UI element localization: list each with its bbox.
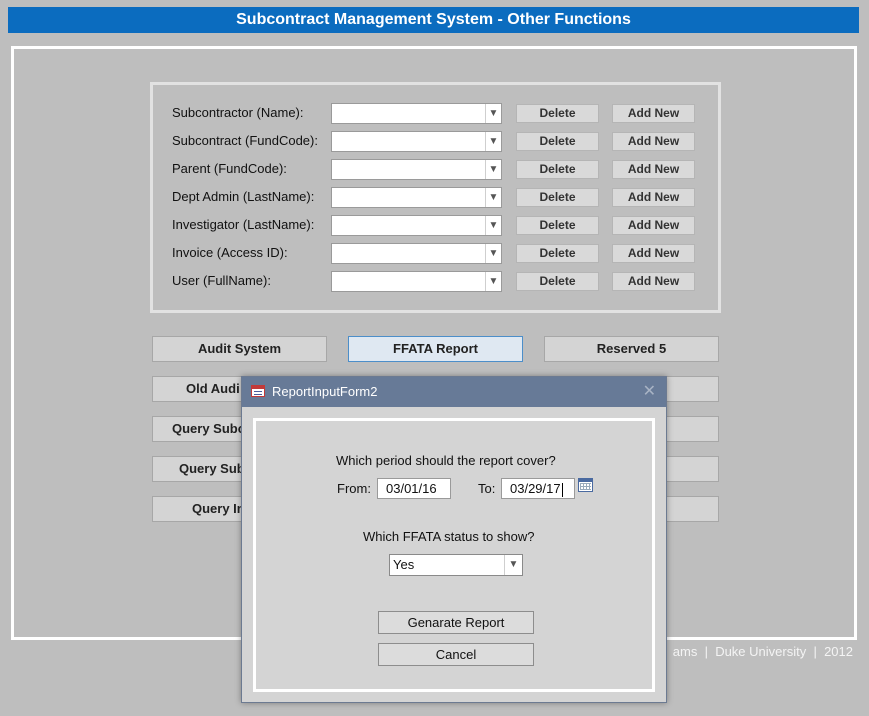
from-date-input[interactable]: 03/01/16	[377, 478, 451, 499]
footer-year: 2012	[824, 644, 853, 659]
delete-button[interactable]: Delete	[516, 244, 599, 263]
generate-report-button[interactable]: Genarate Report	[378, 611, 534, 634]
add-new-button[interactable]: Add New	[612, 104, 695, 123]
add-new-button[interactable]: Add New	[612, 188, 695, 207]
add-new-button[interactable]: Add New	[612, 132, 695, 151]
footer-separator-2: |	[813, 644, 817, 659]
add-new-button[interactable]: Add New	[612, 244, 695, 263]
dialog-title-bar[interactable]: ReportInputForm2 ✕	[242, 377, 666, 407]
lookup-label: Invoice (Access ID):	[172, 245, 288, 260]
ffata-status-value: Yes	[393, 557, 415, 572]
lookup-combo[interactable]: ▼	[331, 271, 502, 292]
chevron-down-icon[interactable]: ▼	[485, 216, 501, 235]
footer-separator-1: |	[704, 644, 708, 659]
chevron-down-icon[interactable]: ▼	[485, 188, 501, 207]
lookup-label: Dept Admin (LastName):	[172, 189, 315, 204]
calendar-icon[interactable]	[578, 478, 593, 492]
lookup-combo[interactable]: ▼	[331, 243, 502, 264]
lookup-combo[interactable]: ▼	[331, 187, 502, 208]
text-caret	[561, 482, 563, 497]
lookup-label: Investigator (LastName):	[172, 217, 315, 232]
from-label: From:	[337, 481, 371, 496]
lookup-combo[interactable]: ▼	[331, 131, 502, 152]
app-title: Subcontract Management System - Other Fu…	[8, 7, 859, 33]
delete-button[interactable]: Delete	[516, 188, 599, 207]
cancel-button[interactable]: Cancel	[378, 643, 534, 666]
reserved-5-button[interactable]: Reserved 5	[544, 336, 719, 362]
lookup-combo[interactable]: ▼	[331, 159, 502, 180]
dialog-title: ReportInputForm2	[272, 384, 378, 399]
delete-button[interactable]: Delete	[516, 216, 599, 235]
report-input-dialog: ReportInputForm2 ✕ Which period should t…	[241, 376, 667, 703]
footer-org: ams	[672, 644, 698, 659]
period-question: Which period should the report cover?	[336, 453, 556, 468]
delete-button[interactable]: Delete	[516, 160, 599, 179]
add-new-button[interactable]: Add New	[612, 216, 695, 235]
lookup-label: Subcontract (FundCode):	[172, 133, 318, 148]
to-label: To:	[478, 481, 496, 496]
delete-button[interactable]: Delete	[516, 132, 599, 151]
chevron-down-icon[interactable]: ▼	[504, 555, 522, 575]
chevron-down-icon[interactable]: ▼	[485, 132, 501, 151]
audit-system-button[interactable]: Audit System	[152, 336, 327, 362]
lookup-combo[interactable]: ▼	[331, 215, 502, 236]
chevron-down-icon[interactable]: ▼	[485, 104, 501, 123]
delete-button[interactable]: Delete	[516, 272, 599, 291]
chevron-down-icon[interactable]: ▼	[485, 244, 501, 263]
ffata-report-button[interactable]: FFATA Report	[348, 336, 523, 362]
add-new-button[interactable]: Add New	[612, 272, 695, 291]
delete-button[interactable]: Delete	[516, 104, 599, 123]
lookup-combo[interactable]: ▼	[331, 103, 502, 124]
add-new-button[interactable]: Add New	[612, 160, 695, 179]
ffata-status-select[interactable]: Yes ▼	[389, 554, 523, 576]
chevron-down-icon[interactable]: ▼	[485, 272, 501, 291]
status-question: Which FFATA status to show?	[363, 529, 535, 544]
to-date-value: 03/29/17	[510, 481, 561, 496]
form-icon	[251, 385, 265, 397]
close-icon[interactable]: ✕	[643, 377, 656, 407]
lookup-label: Parent (FundCode):	[172, 161, 287, 176]
lookup-label: Subcontractor (Name):	[172, 105, 304, 120]
chevron-down-icon[interactable]: ▼	[485, 160, 501, 179]
footer-university: Duke University	[715, 644, 807, 659]
lookup-label: User (FullName):	[172, 273, 271, 288]
to-date-input[interactable]: 03/29/17	[501, 478, 575, 499]
